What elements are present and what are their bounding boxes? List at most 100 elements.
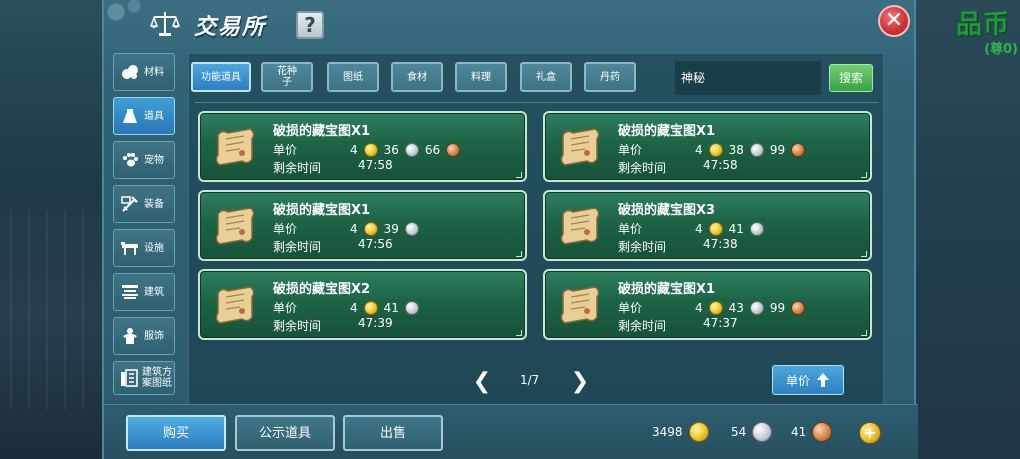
unit-price-label: 单价 xyxy=(618,222,643,236)
search-input[interactable]: 神秘 xyxy=(675,61,821,95)
background-shop-sign: 品币 xyxy=(955,10,1010,40)
sort-label: 单价 xyxy=(785,373,810,388)
remaining-time-label: 剩余时间 xyxy=(273,319,322,333)
remaining-time-label: 剩余时间 xyxy=(618,240,667,254)
tab-flower-seeds[interactable]: 花种子 xyxy=(261,62,313,92)
price: 4 41 xyxy=(691,220,766,238)
silver-coin-icon xyxy=(752,422,773,442)
copper-amount: 66 xyxy=(424,143,441,157)
silver-amount: 43 xyxy=(728,301,744,315)
bottom-bar: 购买 公示道具 出售 3498 54 41 + xyxy=(104,404,918,459)
sort-arrow-up-icon xyxy=(817,373,829,387)
item-name: 破损的藏宝图X1 xyxy=(273,124,371,139)
copper-amount: 99 xyxy=(769,143,786,157)
public-items-button[interactable]: 公示道具 xyxy=(235,415,335,451)
facility-icon xyxy=(120,238,140,258)
remaining-time-label: 剩余时间 xyxy=(273,240,322,254)
clothing-icon xyxy=(120,326,140,346)
remaining-time-label: 剩余时间 xyxy=(273,161,322,175)
items-icon xyxy=(120,106,140,126)
buy-button[interactable]: 购买 xyxy=(126,415,226,451)
price: 4 39 xyxy=(346,220,421,238)
prev-page-button[interactable]: ❮ xyxy=(472,371,492,393)
gold-coin-icon xyxy=(363,222,378,236)
category-facilities[interactable]: 设施 xyxy=(113,229,175,267)
gold-coin-icon xyxy=(688,422,709,442)
tab-ingredients[interactable]: 食材 xyxy=(391,62,443,92)
listing-card[interactable]: 破损的藏宝图X1 单价 4 39 剩余时间 47:56 xyxy=(198,190,527,261)
silver-coin-icon xyxy=(749,301,764,315)
listing-card[interactable]: 破损的藏宝图X1 单价 4 36 66 剩余时间 47:58 xyxy=(198,111,527,182)
gold-amount: 4 xyxy=(350,143,358,157)
gold-amount: 4 xyxy=(350,222,358,236)
divider xyxy=(195,102,879,103)
listing-area: 功能道具 花种子 图纸 食材 料理 礼盒 丹药 神秘 搜索 破损的藏宝图X1 单… xyxy=(188,53,884,405)
help-button[interactable]: ? xyxy=(296,11,324,39)
tab-elixirs[interactable]: 丹药 xyxy=(584,62,636,92)
tab-cuisine[interactable]: 料理 xyxy=(455,62,507,92)
category-label: 道具 xyxy=(144,110,164,122)
copper-coin-icon xyxy=(812,422,833,442)
search-button[interactable]: 搜索 xyxy=(829,64,873,92)
treasure-map-icon xyxy=(215,128,255,166)
wallet-copper: 41 xyxy=(791,421,834,443)
copper-coin-icon xyxy=(446,143,461,157)
treasure-map-icon xyxy=(560,207,600,245)
sort-by-unit-price-button[interactable]: 单价 xyxy=(772,365,844,395)
copper-coin-icon xyxy=(791,143,806,157)
tab-gift-boxes[interactable]: 礼盒 xyxy=(520,62,572,92)
remaining-time-label: 剩余时间 xyxy=(618,161,667,175)
item-name: 破损的藏宝图X1 xyxy=(618,124,716,139)
tab-functional-items[interactable]: 功能道具 xyxy=(191,62,251,92)
price: 4 38 99 xyxy=(691,141,807,159)
item-name: 破损的藏宝图X1 xyxy=(618,282,716,297)
item-name: 破损的藏宝图X3 xyxy=(618,203,716,218)
price: 4 43 99 xyxy=(691,299,807,317)
silver-coin-icon xyxy=(404,143,419,157)
sell-button[interactable]: 出售 xyxy=(343,415,443,451)
category-items[interactable]: 道具 xyxy=(113,97,175,135)
card-corner xyxy=(861,251,867,257)
listing-card[interactable]: 破损的藏宝图X3 单价 4 41 剩余时间 47:38 xyxy=(543,190,872,261)
gold-amount: 4 xyxy=(695,143,703,157)
tab-blueprints[interactable]: 图纸 xyxy=(327,62,379,92)
building-icon xyxy=(120,282,140,302)
title-bar: 交易所 ? xyxy=(104,0,918,46)
silver-amount: 38 xyxy=(728,143,744,157)
gold-coin-icon xyxy=(708,301,723,315)
category-blueprints[interactable]: 建筑方案图纸 xyxy=(113,361,175,395)
copper-amount: 99 xyxy=(769,301,786,315)
remaining-time: 47:58 xyxy=(703,158,738,172)
listing-card[interactable]: 破损的藏宝图X1 单价 4 43 99 剩余时间 47:37 xyxy=(543,269,872,340)
silver-amount: 36 xyxy=(383,143,399,157)
category-materials[interactable]: 材料 xyxy=(113,53,175,91)
listing-card[interactable]: 破损的藏宝图X2 单价 4 41 剩余时间 47:39 xyxy=(198,269,527,340)
category-buildings[interactable]: 建筑 xyxy=(113,273,175,311)
add-currency-button[interactable]: + xyxy=(859,422,881,444)
category-pets[interactable]: 宠物 xyxy=(113,141,175,179)
category-label: 宠物 xyxy=(144,154,164,166)
listing-card[interactable]: 破损的藏宝图X1 单价 4 38 99 剩余时间 47:58 xyxy=(543,111,872,182)
category-clothing[interactable]: 服饰 xyxy=(113,317,175,355)
item-name: 破损的藏宝图X1 xyxy=(273,203,371,218)
silver-amount: 41 xyxy=(728,222,744,236)
pet-paw-icon xyxy=(120,150,140,170)
category-equipment[interactable]: 装备 xyxy=(113,185,175,223)
gold-balance: 3498 xyxy=(652,425,683,439)
wallet-gold: 3498 xyxy=(652,421,711,443)
scales-icon xyxy=(150,12,180,36)
gold-amount: 4 xyxy=(695,222,703,236)
remaining-time: 47:58 xyxy=(358,158,393,172)
card-corner xyxy=(861,330,867,336)
next-page-button[interactable]: ❯ xyxy=(570,371,590,393)
unit-price-label: 单价 xyxy=(618,301,643,315)
treasure-map-icon xyxy=(215,207,255,245)
copper-coin-icon xyxy=(791,301,806,315)
silver-amount: 39 xyxy=(383,222,399,236)
card-corner xyxy=(516,172,522,178)
close-button[interactable]: ✕ xyxy=(878,5,910,37)
silver-balance: 54 xyxy=(731,425,747,439)
gold-coin-icon xyxy=(708,222,723,236)
unit-price-label: 单价 xyxy=(618,143,643,157)
silver-coin-icon xyxy=(404,222,419,236)
